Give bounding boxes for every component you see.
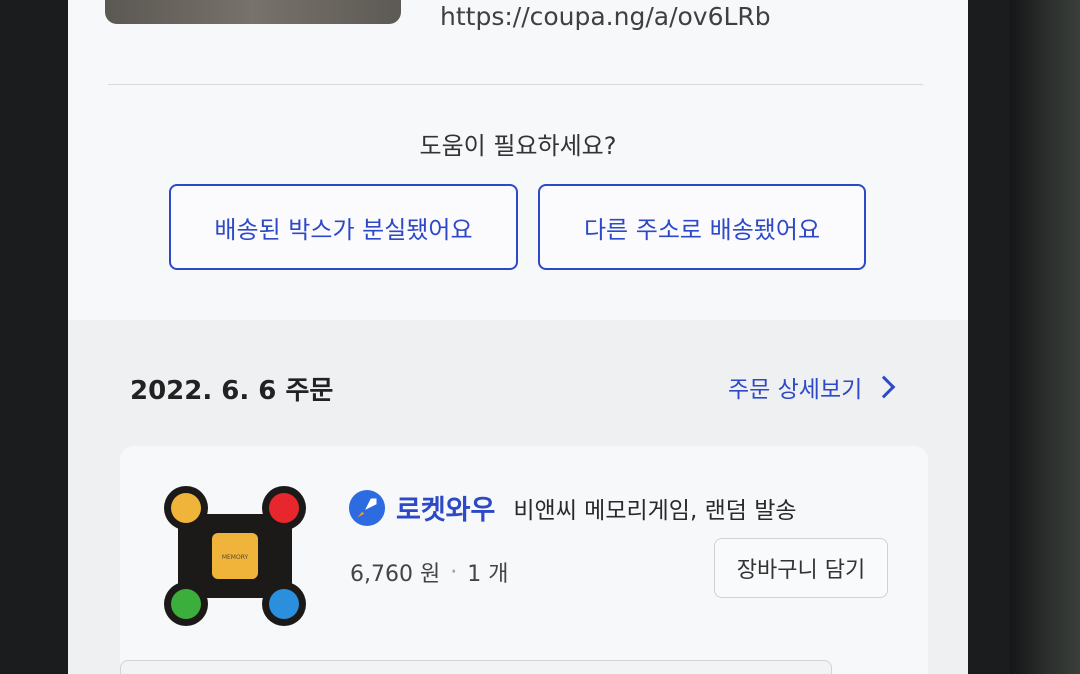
order-section: 2022. 6. 6 주문 주문 상세보기 MEMORY 로켓와우 비앤씨 메모… (68, 320, 968, 674)
price-row: 6,760 원 · 1 개 (350, 556, 508, 588)
order-date: 2022. 6. 6 주문 (130, 376, 334, 406)
background-right (1010, 0, 1080, 674)
rocket-icon (348, 489, 386, 526)
lost-box-button[interactable]: 배송된 박스가 분실됐어요 (169, 184, 518, 270)
share-section: https://coupa.ng/a/ov6LRb 도움이 필요하세요? 배송된… (68, 0, 968, 320)
order-detail-label: 주문 상세보기 (728, 377, 863, 403)
share-link[interactable]: https://coupa.ng/a/ov6LRb (440, 2, 771, 31)
wrong-address-button[interactable]: 다른 주소로 배송됐어요 (538, 184, 866, 270)
product-price: 6,760 원 (350, 562, 441, 587)
product-quantity: 1 개 (467, 562, 509, 587)
add-to-cart-button[interactable]: 장바구니 담기 (714, 538, 888, 598)
product-title-row: 로켓와우 비앤씨 메모리게임, 랜덤 발송 (348, 488, 797, 527)
product-image[interactable]: MEMORY (160, 486, 310, 626)
order-detail-link[interactable]: 주문 상세보기 (728, 370, 896, 404)
divider (108, 84, 923, 85)
share-thumbnail[interactable] (105, 0, 401, 24)
product-image-text: MEMORY (222, 554, 249, 561)
separator-dot: · (450, 559, 458, 585)
next-action-box[interactable] (120, 660, 832, 674)
help-title: 도움이 필요하세요? (419, 132, 617, 160)
product-name[interactable]: 비앤씨 메모리게임, 랜덤 발송 (513, 491, 796, 525)
phone-screen: https://coupa.ng/a/ov6LRb 도움이 필요하세요? 배송된… (68, 0, 968, 674)
order-item-card: MEMORY 로켓와우 비앤씨 메모리게임, 랜덤 발송 6,760 원 · 1… (120, 446, 928, 674)
rocket-wow-badge: 로켓와우 (396, 495, 496, 526)
chevron-right-icon (872, 375, 896, 399)
